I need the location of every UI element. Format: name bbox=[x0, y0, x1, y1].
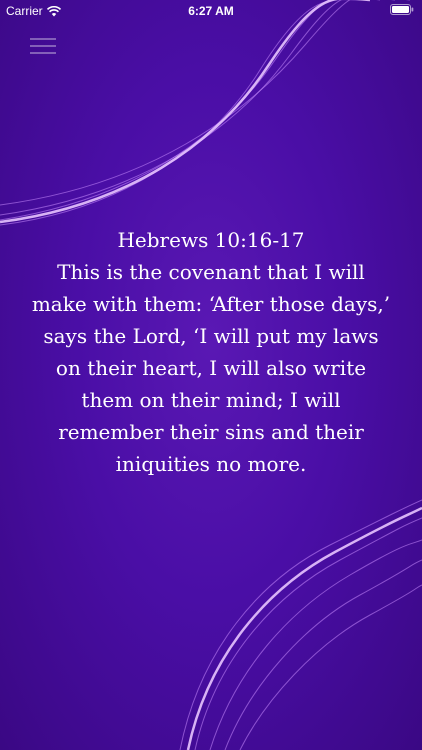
verse-text: This is the covenant that I will make wi… bbox=[31, 260, 391, 476]
status-time: 6:27 AM bbox=[188, 4, 234, 18]
battery-icon bbox=[390, 4, 414, 15]
verse-reference: Hebrews 10:16-17 bbox=[117, 228, 305, 252]
hamburger-menu-icon[interactable] bbox=[30, 36, 56, 56]
verse-screen: Carrier 6:27 AM Hebrews 10:16-17 This is… bbox=[0, 0, 422, 750]
verse-block: Hebrews 10:16-17 This is the covenant th… bbox=[30, 224, 392, 480]
status-bar: Carrier 6:27 AM bbox=[0, 0, 422, 22]
status-right bbox=[390, 4, 414, 18]
